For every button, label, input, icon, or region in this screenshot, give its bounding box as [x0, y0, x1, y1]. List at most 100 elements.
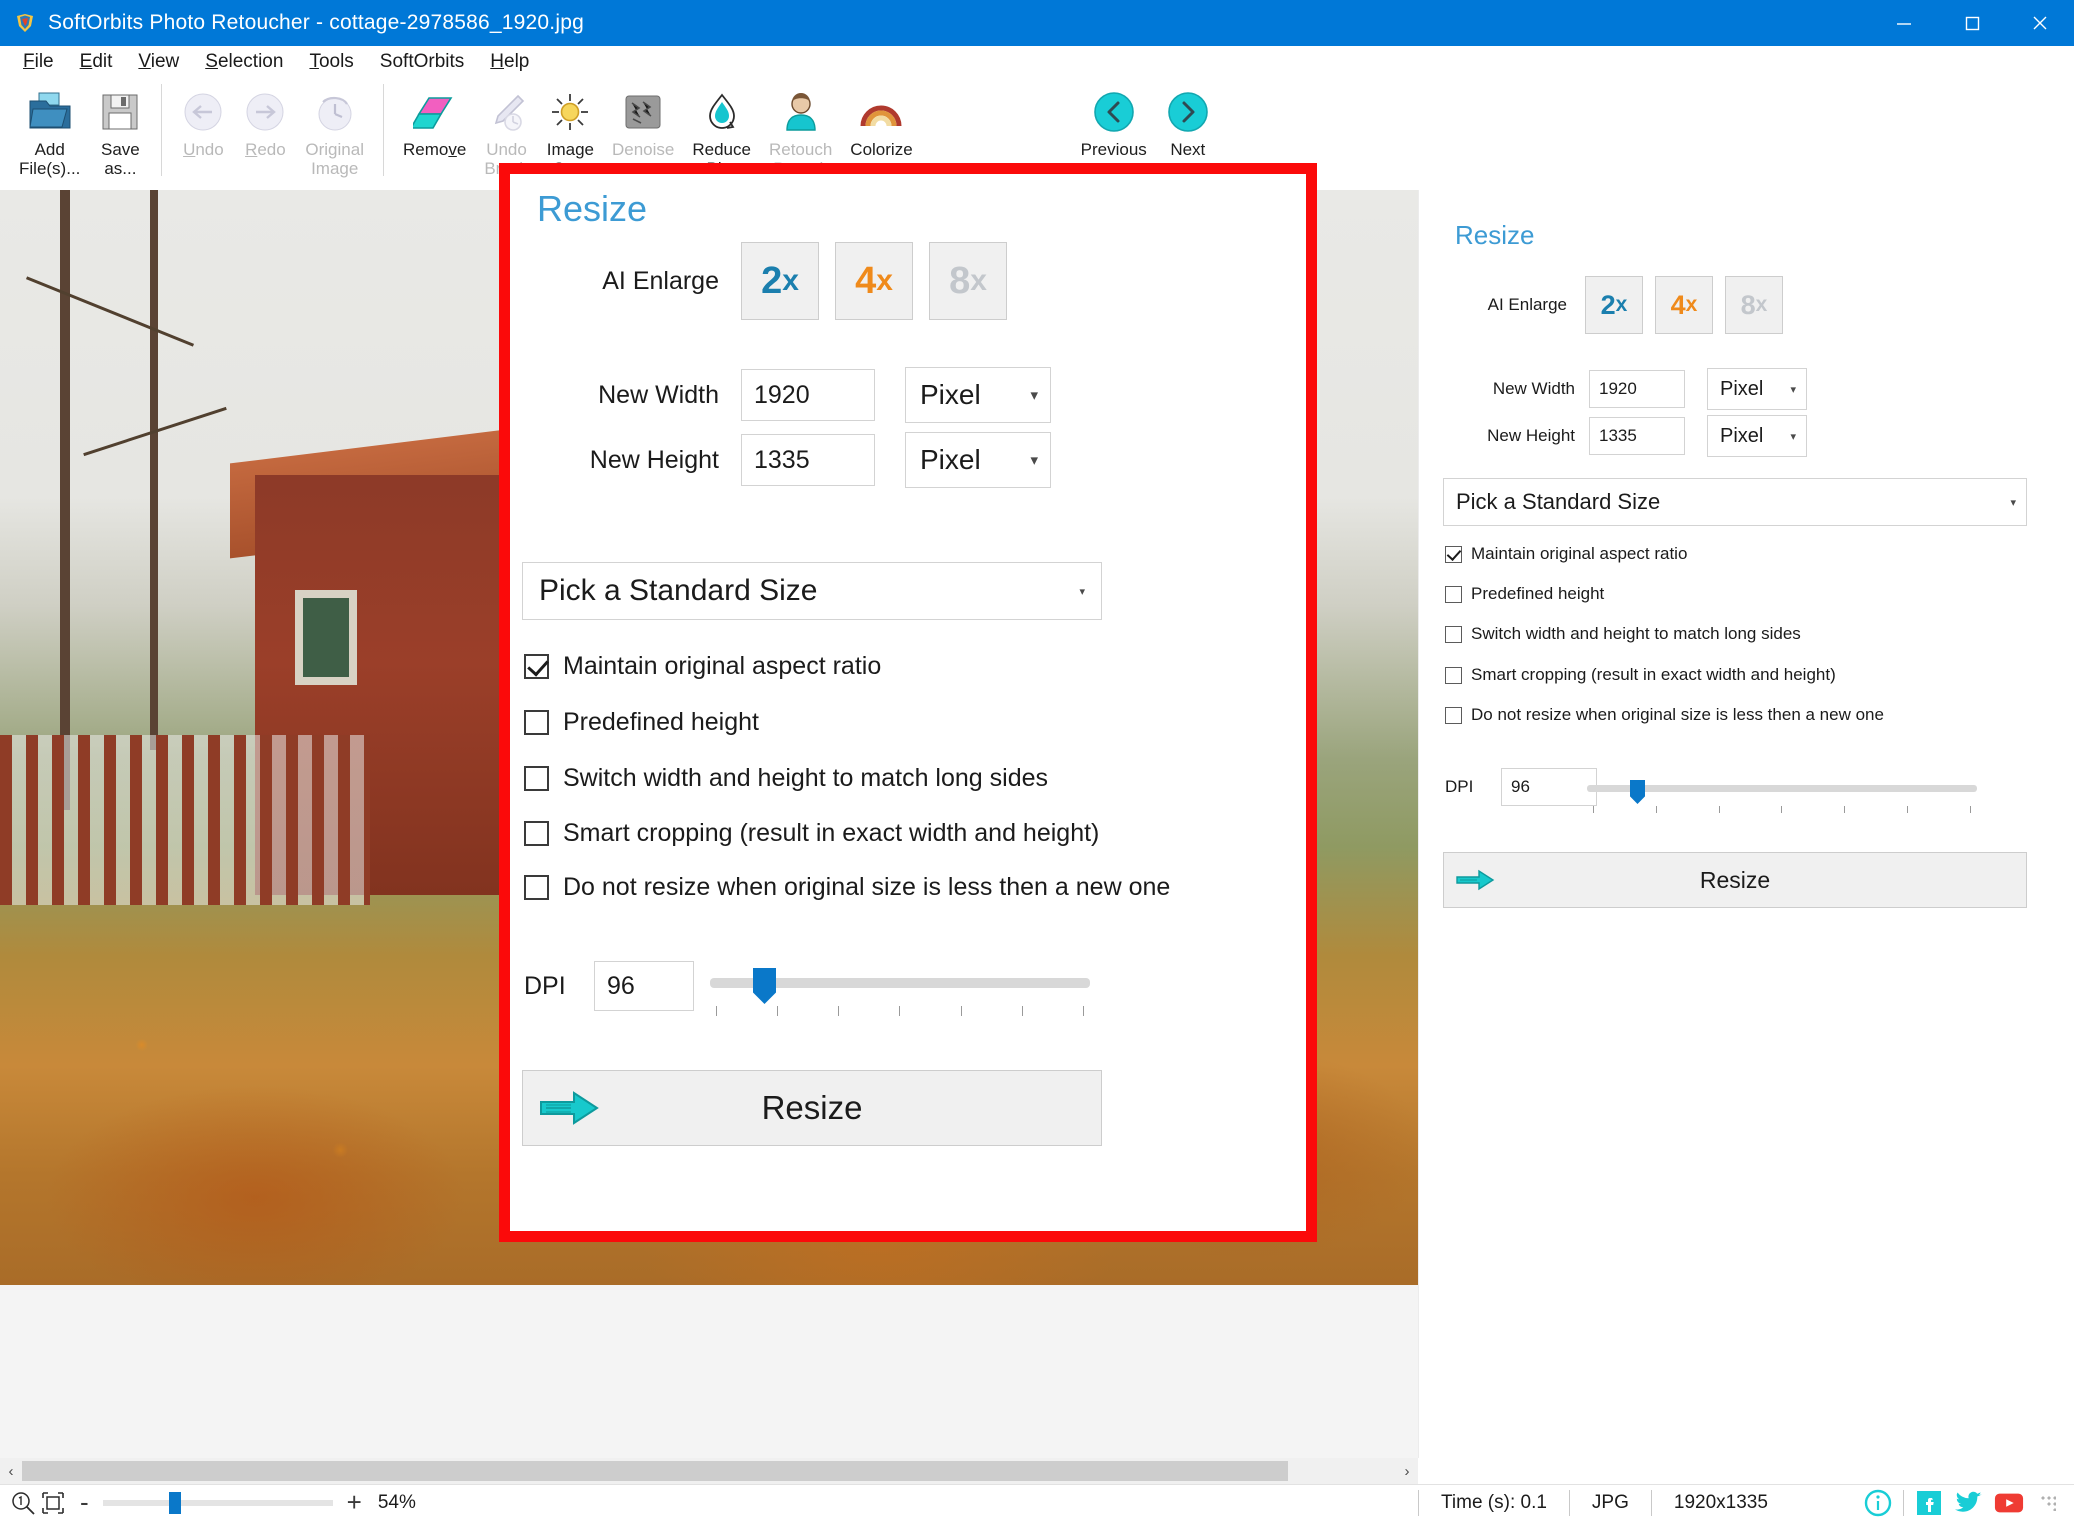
toolbar-label-redo: Redo — [245, 140, 286, 159]
new-width-row: New Width 1920 Pixel ▾ — [1455, 368, 1807, 410]
toolbar-redo[interactable]: Redo — [234, 78, 296, 159]
menu-item-help[interactable]: Help — [477, 48, 542, 76]
checkbox-box[interactable] — [524, 766, 549, 791]
menu-item-file[interactable]: FFileile — [10, 48, 67, 76]
status-divider — [1568, 1489, 1570, 1516]
toolbar-next[interactable]: Next — [1156, 78, 1220, 159]
overlay-checkbox-maintain-aspect-ratio[interactable]: Maintain original aspect ratio — [524, 652, 881, 681]
overlay-checkbox-smart-cropping[interactable]: Smart cropping (result in exact width an… — [524, 819, 1099, 848]
new-width-unit-select[interactable]: Pixel ▾ — [1707, 368, 1807, 410]
checkbox-box[interactable] — [1445, 706, 1462, 724]
toolbar-undo[interactable]: Undo — [172, 78, 234, 159]
toolbar-label-original-image: Original Image — [305, 140, 364, 178]
maximize-button[interactable] — [1938, 0, 2006, 46]
menu-item-edit[interactable]: Edit — [67, 48, 126, 76]
tree-trunk — [150, 190, 158, 750]
checkbox-switch-width-height[interactable]: Switch width and height to match long si… — [1445, 624, 1801, 644]
checkbox-do-not-resize[interactable]: Do not resize when original size is less… — [1445, 705, 1884, 725]
toolbar-separator-2 — [382, 84, 384, 176]
panel-title: Resize — [1455, 220, 1535, 250]
scrollbar-thumb[interactable] — [22, 1461, 1288, 1481]
overlay-new-width-unit-select[interactable]: Pixel ▾ — [905, 367, 1051, 423]
overlay-checkbox-do-not-resize[interactable]: Do not resize when original size is less… — [524, 873, 1170, 902]
checkbox-box[interactable] — [1445, 666, 1462, 684]
dpi-input[interactable]: 96 — [1501, 768, 1597, 806]
toolbar-denoise[interactable]: Denoise — [603, 78, 683, 159]
new-height-input[interactable]: 1335 — [1589, 417, 1685, 455]
clock-history-icon — [313, 87, 357, 137]
person-portrait-icon — [779, 87, 823, 137]
overlay-checkbox-switch-width-height[interactable]: Switch width and height to match long si… — [524, 764, 1048, 793]
ai-enlarge-8x-button[interactable]: 8x — [1725, 276, 1783, 334]
checkbox-box[interactable] — [1445, 545, 1462, 563]
magnifier-1to1-icon[interactable] — [8, 1488, 38, 1518]
ai-enlarge-4x-button[interactable]: 4x — [1655, 276, 1713, 334]
zoom-slider-thumb[interactable] — [168, 1491, 181, 1514]
overlay-checkbox-predefined-height[interactable]: Predefined height — [524, 708, 759, 737]
checkbox-label: Predefined height — [1471, 584, 1605, 603]
toolbar-previous[interactable]: Previous — [1072, 78, 1156, 159]
checkbox-box[interactable] — [1445, 625, 1462, 643]
twitter-icon[interactable] — [1954, 1488, 1984, 1518]
status-bar: - + 54% Time (s): 0.1 JPG 1920x1335 — [0, 1484, 2074, 1520]
resize-button[interactable]: Resize — [1443, 852, 2027, 908]
zoom-controls: - + 54% — [0, 1487, 416, 1518]
overlay-dpi-input[interactable]: 96 — [594, 961, 694, 1011]
checkbox-box[interactable] — [1445, 585, 1462, 603]
menu-item-softorbits[interactable]: SoftOrbits — [367, 48, 477, 76]
overlay-new-height-unit-value: Pixel — [920, 444, 981, 475]
toolbar-save-as[interactable]: Save as... — [89, 78, 151, 178]
checkbox-box[interactable] — [524, 710, 549, 735]
zoom-in-button[interactable]: + — [347, 1487, 362, 1518]
checkbox-box[interactable] — [524, 821, 549, 846]
resize-grip-icon[interactable] — [2040, 1494, 2056, 1511]
dpi-slider-track[interactable] — [1587, 785, 1977, 792]
youtube-icon[interactable] — [1994, 1488, 2024, 1518]
scroll-left-arrow[interactable]: ‹ — [0, 1458, 22, 1484]
toolbar-original-image[interactable]: Original Image — [296, 78, 373, 178]
overlay-new-height-unit-select[interactable]: Pixel ▾ — [905, 432, 1051, 488]
fit-to-window-icon[interactable] — [38, 1488, 68, 1518]
toolbar-remove[interactable]: Remove — [394, 78, 475, 159]
zoom-slider[interactable] — [102, 1491, 333, 1514]
overlay-standard-size-select[interactable]: Pick a Standard Size ▾ — [522, 562, 1102, 620]
facebook-icon[interactable] — [1914, 1488, 1944, 1518]
overlay-ai-4x-suffix: x — [876, 264, 893, 297]
standard-size-value: Pick a Standard Size — [1456, 489, 1661, 514]
horizontal-scrollbar[interactable]: ‹ › — [0, 1458, 1418, 1484]
minimize-button[interactable] — [1870, 0, 1938, 46]
dpi-slider[interactable] — [1587, 778, 1977, 813]
standard-size-select[interactable]: Pick a Standard Size ▾ — [1443, 478, 2027, 526]
menu-item-tools[interactable]: Tools — [296, 48, 366, 76]
checkbox-smart-cropping[interactable]: Smart cropping (result in exact width an… — [1445, 665, 1836, 685]
resize-button-label: Resize — [1699, 866, 1771, 893]
checkbox-maintain-aspect-ratio[interactable]: Maintain original aspect ratio — [1445, 544, 1687, 564]
overlay-ai-enlarge-4x-button[interactable]: 4x — [835, 242, 913, 320]
checkbox-label: Smart cropping (result in exact width an… — [1471, 665, 1836, 684]
scrollbar-track[interactable] — [22, 1458, 1396, 1484]
checkbox-box[interactable] — [524, 875, 549, 900]
checkbox-predefined-height[interactable]: Predefined height — [1445, 584, 1604, 604]
menu-item-selection[interactable]: Selection — [192, 48, 296, 76]
scroll-right-arrow[interactable]: › — [1396, 1458, 1418, 1484]
menu-item-view[interactable]: View — [125, 48, 192, 76]
toolbar-add-files[interactable]: Add File(s)... — [10, 78, 89, 178]
new-width-input[interactable]: 1920 — [1589, 370, 1685, 408]
new-height-unit-select[interactable]: Pixel ▾ — [1707, 415, 1807, 457]
chevron-down-icon: ▾ — [2010, 496, 2016, 509]
dpi-slider-thumb[interactable] — [1630, 780, 1645, 804]
overlay-dpi-slider-thumb[interactable] — [753, 968, 776, 1004]
overlay-new-width-input[interactable]: 1920 — [741, 369, 875, 421]
overlay-resize-button[interactable]: Resize — [522, 1070, 1102, 1146]
overlay-ai-enlarge-2x-button[interactable]: 2x — [741, 242, 819, 320]
overlay-dpi-slider[interactable] — [710, 968, 1090, 1016]
overlay-ai-enlarge-8x-button[interactable]: 8x — [929, 242, 1007, 320]
close-button[interactable] — [2006, 0, 2074, 46]
new-height-row: New Height 1335 Pixel ▾ — [1455, 415, 1807, 457]
overlay-new-height-input[interactable]: 1335 — [741, 434, 875, 486]
info-circle-icon[interactable] — [1863, 1488, 1893, 1518]
checkbox-box[interactable] — [524, 654, 549, 679]
toolbar-colorize[interactable]: Colorize — [841, 78, 921, 159]
zoom-out-button[interactable]: - — [80, 1487, 89, 1518]
ai-enlarge-2x-button[interactable]: 2x — [1585, 276, 1643, 334]
